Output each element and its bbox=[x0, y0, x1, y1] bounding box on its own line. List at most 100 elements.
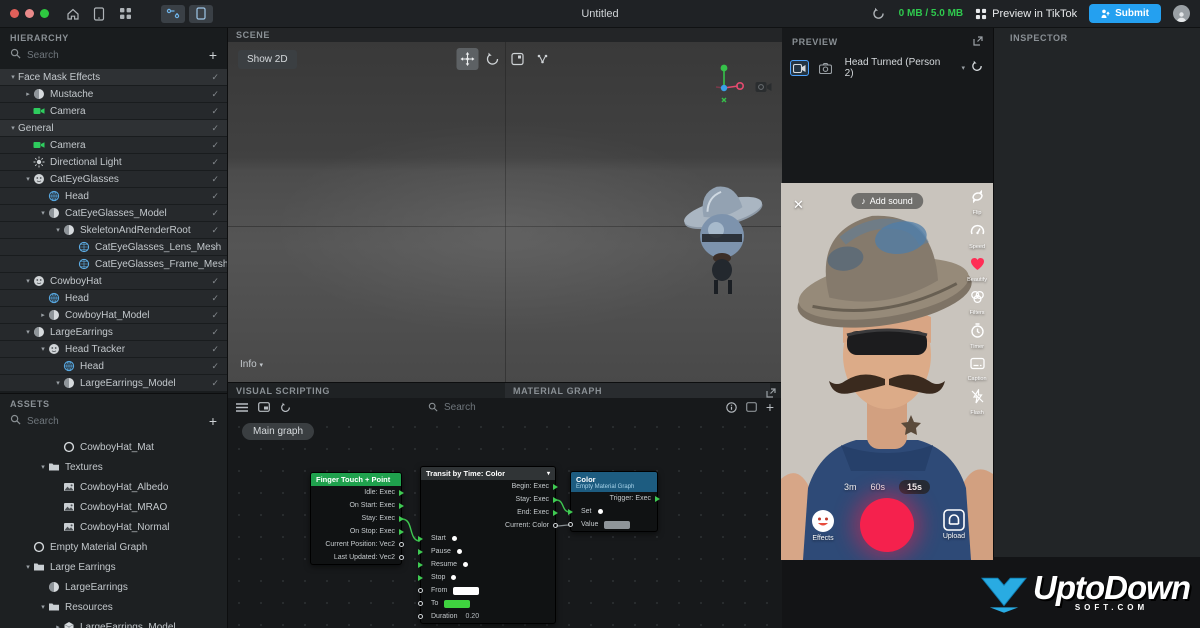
rail-flash-button[interactable]: Flash bbox=[970, 389, 985, 416]
assets-search[interactable]: Search + bbox=[0, 411, 227, 431]
hierarchy-item-largeearrings[interactable]: ▾LargeEarrings✓ bbox=[0, 324, 227, 340]
hierarchy-item-face-mask-effects[interactable]: ▾Face Mask Effects✓ bbox=[0, 69, 227, 85]
asset-item-large-earrings[interactable]: ▾Large Earrings bbox=[0, 557, 227, 577]
scene-3d-model[interactable] bbox=[668, 172, 778, 307]
exec-port-icon[interactable] bbox=[655, 496, 660, 502]
pulse-button[interactable] bbox=[451, 575, 456, 580]
upload-button[interactable]: Upload bbox=[943, 509, 965, 540]
chevron-down-icon[interactable]: ▾ bbox=[23, 563, 33, 571]
duration-option-15s[interactable]: 15s bbox=[899, 480, 930, 494]
value-port-icon[interactable] bbox=[418, 588, 423, 593]
chevron-right-icon[interactable]: ▸ bbox=[38, 311, 48, 319]
close-window-icon[interactable] bbox=[10, 9, 19, 18]
menu-icon[interactable] bbox=[236, 403, 248, 412]
hierarchy-item-cateyeglasses-frame-mesh[interactable]: CatEyeGlasses_Frame_Mesh✓ bbox=[0, 256, 227, 272]
pulse-button[interactable] bbox=[463, 562, 468, 567]
color-swatch[interactable] bbox=[444, 600, 470, 608]
rail-flip-button[interactable]: Flip bbox=[970, 189, 985, 216]
hierarchy-item-general[interactable]: ▾General✓ bbox=[0, 120, 227, 136]
hierarchy-item-camera[interactable]: Camera✓ bbox=[0, 137, 227, 153]
rail-caption-button[interactable]: Caption bbox=[968, 357, 987, 382]
frame-graph-icon[interactable] bbox=[258, 402, 270, 412]
rail-speed-button[interactable]: Speed bbox=[969, 223, 985, 250]
submit-button[interactable]: Submit bbox=[1089, 4, 1161, 23]
visibility-check-icon[interactable]: ✓ bbox=[211, 191, 219, 202]
chevron-down-icon[interactable]: ▾ bbox=[8, 124, 18, 132]
account-avatar[interactable] bbox=[1173, 5, 1190, 22]
exec-port-icon[interactable] bbox=[399, 490, 404, 496]
exec-port-icon[interactable] bbox=[418, 536, 423, 542]
exec-port-icon[interactable] bbox=[418, 562, 423, 568]
hierarchy-item-largeearrings-model[interactable]: ▾LargeEarrings_Model✓ bbox=[0, 375, 227, 391]
hierarchy-search[interactable]: Search + bbox=[0, 45, 227, 65]
rail-beautify-button[interactable]: Beautify bbox=[967, 257, 987, 283]
chevron-down-icon[interactable]: ▾ bbox=[23, 277, 33, 285]
asset-item-empty-material-graph[interactable]: Empty Material Graph bbox=[0, 537, 227, 557]
scene-viewport[interactable]: Show 2D bbox=[228, 42, 782, 382]
visibility-check-icon[interactable]: ✓ bbox=[211, 106, 219, 117]
chevron-down-icon[interactable]: ▾ bbox=[53, 379, 63, 387]
asset-item-cowboyhat-mrao[interactable]: CowboyHat_MRAO bbox=[0, 497, 227, 517]
node-header[interactable]: Finger Touch + Point bbox=[311, 473, 401, 486]
popout-icon[interactable] bbox=[973, 33, 983, 51]
video-preview-icon[interactable] bbox=[790, 60, 809, 76]
fit-view-icon[interactable] bbox=[746, 402, 757, 412]
preview-in-tiktok-button[interactable]: Preview in TikTok bbox=[975, 8, 1077, 20]
hierarchy-item-head[interactable]: Head✓ bbox=[0, 290, 227, 306]
refresh-icon[interactable] bbox=[871, 6, 887, 22]
exec-port-icon[interactable] bbox=[553, 484, 558, 490]
exec-port-icon[interactable] bbox=[399, 503, 404, 509]
orientation-gizmo[interactable] bbox=[704, 62, 744, 111]
asset-item-cowboyhat-normal[interactable]: CowboyHat_Normal bbox=[0, 517, 227, 537]
visibility-check-icon[interactable]: ✓ bbox=[211, 140, 219, 151]
exec-port-icon[interactable] bbox=[399, 529, 404, 535]
asset-item-largeearrings-model[interactable]: ▸LargeEarrings_Model bbox=[0, 617, 227, 628]
color-swatch[interactable] bbox=[453, 587, 479, 595]
add-node-button[interactable]: + bbox=[766, 400, 774, 414]
hierarchy-item-skeletonandrenderroot[interactable]: ▾SkeletonAndRenderRoot✓ bbox=[0, 222, 227, 238]
graph-search[interactable]: Search bbox=[428, 402, 476, 413]
pulse-button[interactable] bbox=[457, 549, 462, 554]
visibility-check-icon[interactable]: ✓ bbox=[211, 72, 219, 83]
visibility-check-icon[interactable]: ✓ bbox=[211, 208, 219, 219]
graph-node-transit-by-time-color[interactable]: Transit by Time: Color▾Begin: ExecStay: … bbox=[420, 466, 556, 624]
tab-visual-scripting[interactable]: VISUAL SCRIPTING bbox=[228, 386, 338, 396]
close-icon[interactable]: ✕ bbox=[793, 197, 804, 213]
node-header[interactable]: ColorEmpty Material Graph bbox=[571, 472, 657, 492]
visibility-check-icon[interactable]: ✓ bbox=[211, 327, 219, 338]
node-header[interactable]: Transit by Time: Color▾ bbox=[421, 467, 555, 480]
visibility-check-icon[interactable]: ✓ bbox=[211, 89, 219, 100]
chevron-down-icon[interactable]: ▾ bbox=[38, 603, 48, 611]
chevron-down-icon[interactable]: ▾ bbox=[23, 328, 33, 336]
node-graph-canvas[interactable]: Finger Touch + PointIdle: ExecOn Start: … bbox=[228, 416, 782, 628]
visibility-check-icon[interactable]: ✓ bbox=[211, 276, 219, 287]
visibility-check-icon[interactable]: ✓ bbox=[211, 361, 219, 372]
tab-material-graph[interactable]: MATERIAL GRAPH bbox=[505, 383, 770, 398]
hierarchy-item-cowboyhat-model[interactable]: ▸CowboyHat_Model✓ bbox=[0, 307, 227, 323]
apps-grid-icon[interactable] bbox=[117, 6, 133, 22]
add-sound-button[interactable]: ♪ Add sound bbox=[851, 193, 923, 209]
visibility-check-icon[interactable]: ✓ bbox=[211, 157, 219, 168]
exec-port-icon[interactable] bbox=[418, 575, 423, 581]
rail-timer-button[interactable]: Timer bbox=[970, 323, 985, 350]
asset-item-cowboyhat-albedo[interactable]: CowboyHat_Albedo bbox=[0, 477, 227, 497]
gizmo-settings-icon[interactable] bbox=[532, 48, 554, 70]
info-icon[interactable] bbox=[726, 402, 737, 413]
visibility-check-icon[interactable]: ✓ bbox=[211, 310, 219, 321]
pulse-button[interactable] bbox=[598, 509, 603, 514]
chevron-down-icon[interactable]: ▾ bbox=[53, 226, 63, 234]
visibility-check-icon[interactable]: ✓ bbox=[211, 242, 219, 253]
preview-toggle-button[interactable] bbox=[189, 5, 213, 23]
asset-item-textures[interactable]: ▾Textures bbox=[0, 457, 227, 477]
rotate-tool-icon[interactable] bbox=[482, 48, 504, 70]
value-port-icon[interactable] bbox=[399, 555, 404, 560]
refresh-graph-icon[interactable] bbox=[280, 402, 291, 413]
pulse-button[interactable] bbox=[452, 536, 457, 541]
move-tool-icon[interactable] bbox=[457, 48, 479, 70]
graph-node-color[interactable]: ColorEmpty Material GraphTrigger: ExecSe… bbox=[570, 471, 658, 532]
hierarchy-item-cateyeglasses-lens-mesh[interactable]: CatEyeGlasses_Lens_Mesh✓ bbox=[0, 239, 227, 255]
scale-tool-icon[interactable] bbox=[507, 48, 529, 70]
graph-tab-main[interactable]: Main graph bbox=[242, 423, 314, 440]
exec-port-icon[interactable] bbox=[553, 497, 558, 503]
chevron-right-icon[interactable]: ▸ bbox=[53, 623, 63, 628]
